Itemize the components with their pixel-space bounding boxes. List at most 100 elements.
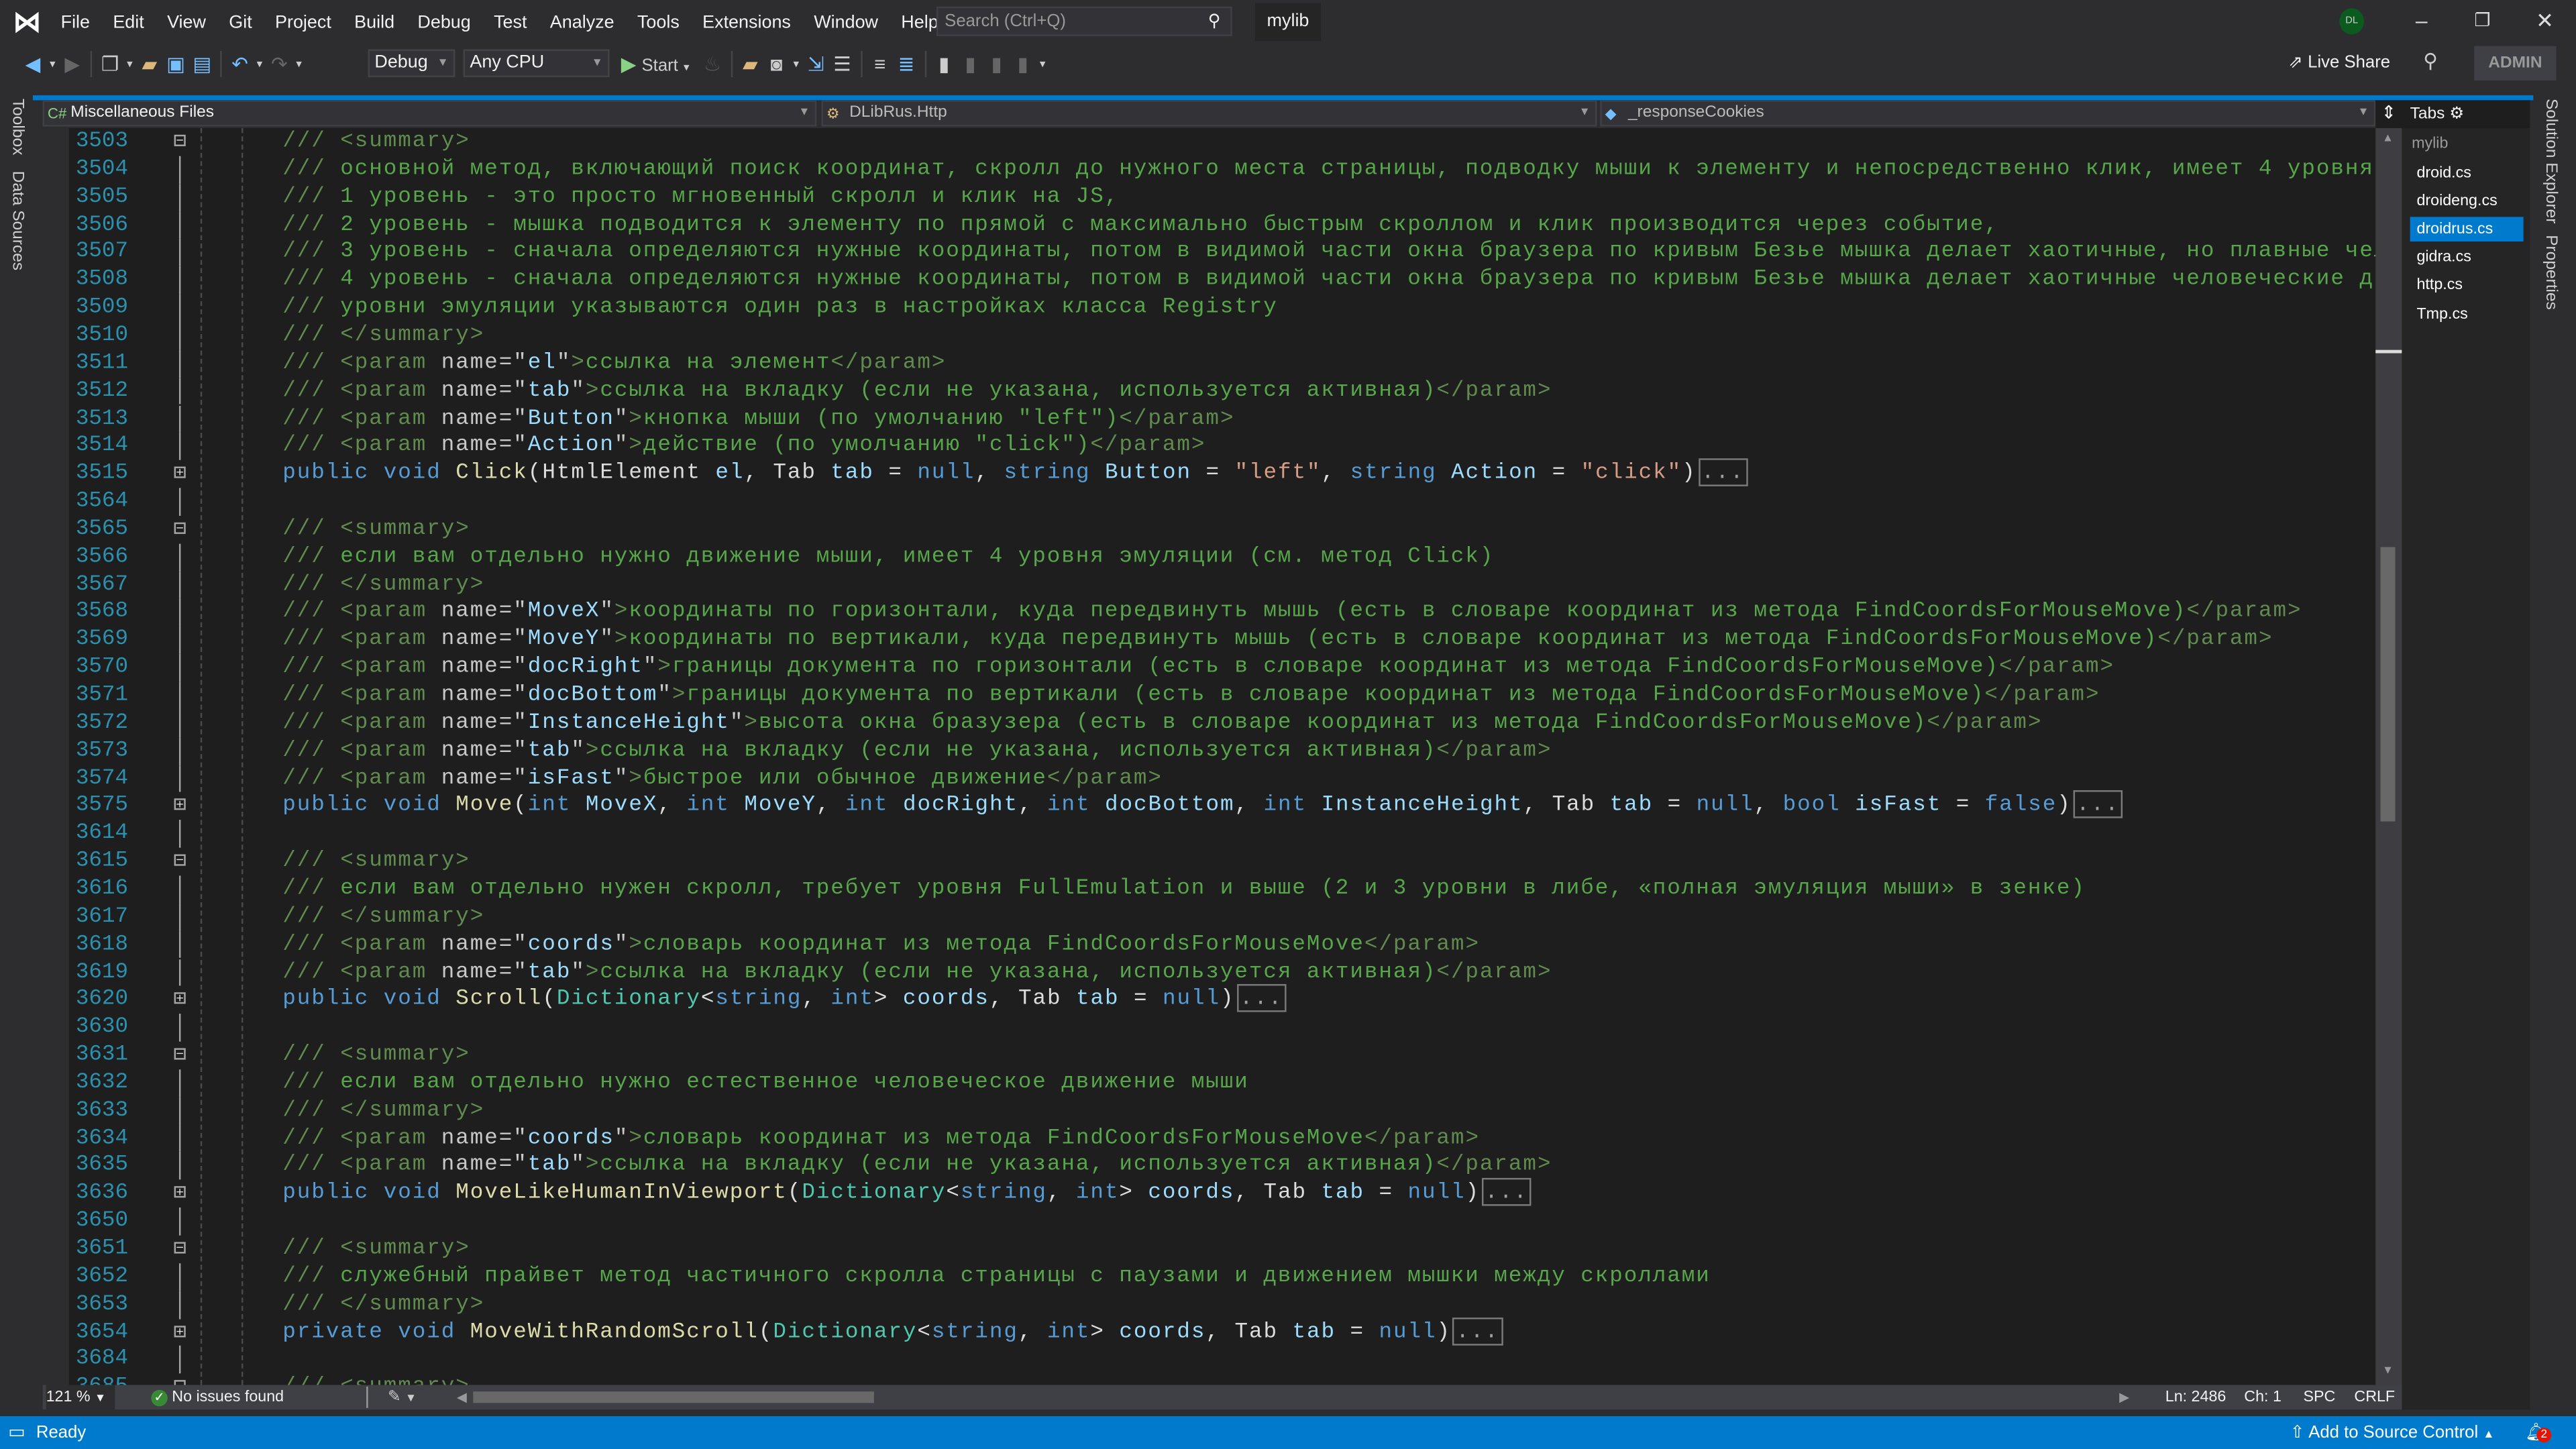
code-line[interactable]: 3618/// <param name="coords">словарь коо… — [69, 930, 2375, 959]
code-line[interactable]: 3636 + public void MoveLikeHumanInViewport… — [69, 1178, 2375, 1208]
code-line[interactable]: 3650 — [69, 1208, 2375, 1236]
code-line[interactable]: 3684 — [69, 1346, 2375, 1374]
comment-icon[interactable]: ≡ — [867, 52, 893, 75]
fold-expand-icon[interactable]: + — [174, 1324, 186, 1338]
code-line[interactable]: 3571/// <param name="docBottom">границы … — [69, 682, 2375, 710]
menu-analyze[interactable]: Analyze — [539, 12, 626, 32]
menu-file[interactable]: File — [49, 12, 101, 32]
feedback-icon[interactable]: ⚲ — [2423, 49, 2438, 72]
code-line[interactable]: 3652 /// служебный прайвет метод частично… — [69, 1263, 2375, 1291]
collapsed-region-button[interactable]: ... — [2073, 790, 2123, 819]
split-editor-icon[interactable]: ⇕ — [2375, 100, 2402, 129]
minimize-button[interactable]: – — [2408, 8, 2434, 34]
forward-icon[interactable]: ▶ — [59, 52, 85, 75]
code-line[interactable]: 3574/// <param name="isFast">быстрое или… — [69, 765, 2375, 793]
browser-link-icon[interactable]: ◙ — [763, 52, 790, 75]
code-line[interactable]: 3630 — [69, 1014, 2375, 1042]
collapsed-region-button[interactable]: ... — [1698, 458, 1748, 487]
save-all-icon[interactable]: ▤ — [189, 52, 215, 75]
solution-explorer-tab[interactable]: Solution Explorer — [2542, 99, 2560, 224]
properties-tab[interactable]: Properties — [2542, 235, 2560, 310]
code-line[interactable]: 3506 /// 2 уровень - мышка подводится к э… — [69, 211, 2375, 239]
code-line[interactable]: 3512/// <param name="tab">ссылка на вкла… — [69, 377, 2375, 405]
code-line[interactable]: 3617 /// </summary> — [69, 903, 2375, 931]
code-line[interactable]: 3614 — [69, 820, 2375, 848]
code-line[interactable]: 3632 /// если вам отдельно нужно естестве… — [69, 1069, 2375, 1097]
scroll-left-icon[interactable]: ◀ — [457, 1385, 467, 1409]
collapsed-region-button[interactable]: ... — [1481, 1178, 1532, 1207]
fold-expand-icon[interactable]: + — [174, 798, 186, 812]
line-indicator[interactable]: Ln: 2486 — [2165, 1385, 2226, 1409]
code-line[interactable]: 3573/// <param name="tab">ссылка на вкла… — [69, 737, 2375, 765]
menu-tools[interactable]: Tools — [626, 12, 691, 32]
horizontal-scrollbar-thumb[interactable] — [473, 1391, 874, 1403]
code-line[interactable]: 3635/// <param name="tab">ссылка на вкла… — [69, 1152, 2375, 1181]
vertical-scrollbar[interactable]: ▲ ▼ — [2375, 128, 2402, 1385]
code-line[interactable]: 3513/// <param name="Button">кнопка мыши… — [69, 405, 2375, 433]
zoom-dropdown[interactable]: 121 % ▼ — [46, 1385, 115, 1411]
code-line[interactable]: 3505 /// 1 уровень - это просто мгновенны… — [69, 183, 2375, 211]
step-icon[interactable]: ⇲ — [803, 52, 829, 75]
tab-item[interactable]: droid.cs — [2410, 161, 2524, 186]
menu-project[interactable]: Project — [264, 12, 343, 32]
prev-bookmark-icon[interactable]: ▮ — [957, 52, 983, 75]
scroll-right-icon[interactable]: ▶ — [2119, 1385, 2129, 1409]
close-button[interactable]: ✕ — [2532, 8, 2558, 34]
uncomment-icon[interactable]: ≣ — [893, 52, 919, 75]
fold-collapse-icon[interactable]: − — [174, 1380, 186, 1385]
code-line[interactable]: 3631 − /// <summary> — [69, 1042, 2375, 1069]
undo-icon[interactable]: ↶ — [227, 52, 253, 75]
code-line[interactable]: 3566 /// если вам отдельно нужно движение… — [69, 543, 2375, 572]
tab-item[interactable]: gidra.cs — [2410, 246, 2524, 270]
avatar[interactable]: DL — [2339, 8, 2365, 35]
format-icon[interactable]: ☰ — [829, 52, 855, 75]
code-line[interactable]: 3654 + private void MoveWithRandomScroll(D… — [69, 1316, 2375, 1346]
code-line[interactable]: 3616 /// если вам отдельно нужен скролл, … — [69, 875, 2375, 904]
gear-icon[interactable]: ⚙ — [2449, 105, 2464, 123]
code-line[interactable]: 3567 /// </summary> — [69, 571, 2375, 599]
fold-collapse-icon[interactable]: − — [174, 521, 186, 535]
data-sources-tab[interactable]: Data Sources — [8, 171, 26, 270]
code-line[interactable]: 3508 /// 4 уровень - сначала определяются… — [69, 266, 2375, 294]
tab-item[interactable]: droidrus.cs — [2410, 217, 2524, 242]
save-icon[interactable]: ▣ — [162, 52, 189, 75]
redo-icon[interactable]: ↷ — [266, 52, 292, 75]
toolbox-tab[interactable]: Toolbox — [8, 99, 26, 155]
next-bookmark-icon[interactable]: ▮ — [983, 52, 1010, 75]
line-ending-indicator[interactable]: CRLF — [2354, 1385, 2395, 1409]
menu-extensions[interactable]: Extensions — [691, 12, 802, 32]
live-share-button[interactable]: ⇗ Live Share — [2288, 52, 2390, 72]
restore-button[interactable]: ❐ — [2469, 8, 2496, 34]
add-to-source-control-button[interactable]: ⇧ Add to Source Control ▲ — [2290, 1416, 2494, 1449]
scroll-down-icon[interactable]: ▼ — [2382, 1365, 2394, 1377]
bookmark-icon[interactable]: ▮ — [931, 52, 957, 75]
new-project-icon[interactable]: ❐ — [97, 52, 123, 75]
tab-item[interactable]: Tmp.cs — [2410, 301, 2524, 326]
code-line[interactable]: 3569/// <param name="MoveY">координаты п… — [69, 626, 2375, 655]
menu-edit[interactable]: Edit — [101, 12, 156, 32]
code-editor[interactable]: 3503−/// <summary> 3504/// основной метод… — [68, 128, 2376, 1385]
configuration-dropdown[interactable]: Debug ▼ — [368, 49, 455, 78]
menu-window[interactable]: Window — [802, 12, 890, 32]
notifications-button[interactable]: 🔔︎ 2 — [2525, 1416, 2552, 1449]
code-line[interactable]: 3568/// <param name="MoveX">координаты п… — [69, 598, 2375, 627]
vs-logo-icon[interactable]: ⋈ — [13, 7, 42, 40]
code-line[interactable]: 3511/// <param name="el">ссылка на элеме… — [69, 350, 2375, 378]
menu-debug[interactable]: Debug — [406, 12, 482, 32]
type-dropdown[interactable]: ⚙ DLibRus.Http ▼ — [821, 100, 1597, 127]
code-line[interactable]: 3651 − /// <summary> — [69, 1236, 2375, 1263]
start-button[interactable]: ▶ Start ▾ — [621, 52, 690, 75]
collapsed-region-button[interactable]: ... — [1452, 1316, 1503, 1345]
find-in-files-icon[interactable]: ▰ — [737, 52, 763, 75]
hot-reload-icon[interactable]: ♨ — [699, 52, 725, 75]
code-line[interactable]: 3633 /// </summary> — [69, 1097, 2375, 1125]
project-dropdown[interactable]: C# Miscellaneous Files ▼ — [42, 100, 817, 127]
code-line[interactable]: 3507 /// 3 уровень - сначала определяются… — [69, 239, 2375, 267]
code-line[interactable]: 3504 /// основной метод, включающий поиск… — [69, 156, 2375, 184]
column-indicator[interactable]: Ch: 1 — [2244, 1385, 2282, 1409]
tab-item[interactable]: http.cs — [2410, 273, 2524, 298]
menu-git[interactable]: Git — [217, 12, 264, 32]
collapsed-region-button[interactable]: ... — [1236, 984, 1287, 1013]
scrollbar-thumb[interactable] — [2380, 547, 2396, 822]
scroll-up-icon[interactable]: ▲ — [2382, 133, 2394, 144]
